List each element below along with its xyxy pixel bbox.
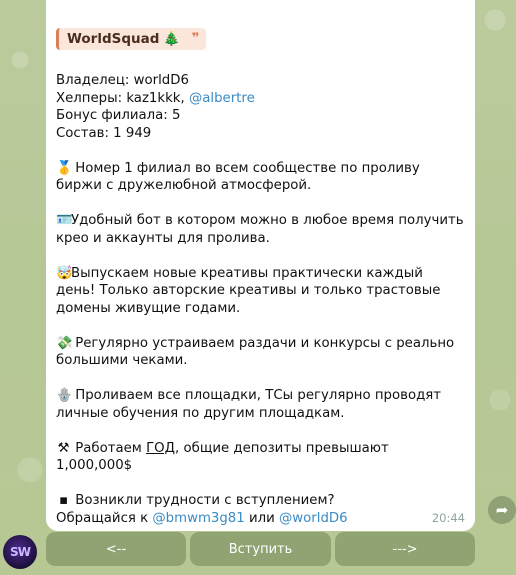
money-icon: 💸 <box>56 335 73 351</box>
helper-mention-link[interactable]: @albertre <box>189 91 255 106</box>
message-text: Владелец: worldD6 Хелперы: kaz1kkk, @alb… <box>56 72 466 527</box>
owner-label: Владелец: <box>56 73 130 88</box>
join-button[interactable]: Вступить <box>190 532 331 566</box>
point-text: Выпускаем новые креативы практически каж… <box>56 265 441 316</box>
next-button[interactable]: ---> <box>335 532 475 566</box>
medal-icon: 🥇 <box>56 160 73 176</box>
contact-or: или <box>248 510 275 526</box>
share-button[interactable]: ➦ <box>488 496 516 524</box>
prev-button[interactable]: <-- <box>46 532 186 566</box>
square-icon: ▪ <box>58 493 68 508</box>
id-card-icon: 🪪 <box>56 213 73 228</box>
share-arrow-icon: ➦ <box>495 501 509 519</box>
point-text: Номер 1 филиал во всем сообществе по про… <box>56 160 420 194</box>
contact-prefix: Обращайся к <box>56 510 149 526</box>
quote-tag[interactable]: WorldSquad 🎄 ❞ <box>56 28 207 50</box>
quote-icon: ❞ <box>191 31 200 46</box>
deposit-before: Работаем <box>75 440 142 456</box>
avatar[interactable]: SW <box>3 535 37 569</box>
hammer-pick-icon: ⚒ <box>57 440 70 456</box>
helper-1: kaz1kkk, <box>126 90 185 106</box>
tree-icon: 🎄 <box>163 31 181 47</box>
point-text: Регулярно устраиваем раздачи и конкурсы … <box>56 335 455 369</box>
quote-title: WorldSquad <box>67 31 160 47</box>
contact-user-1-link[interactable]: @bmwm3g81 <box>152 511 244 526</box>
bonus-line: Бонус филиала: 5 <box>56 108 181 123</box>
point-text: Удобный бот в котором можно в любое врем… <box>56 213 464 246</box>
owner-name: worldD6 <box>133 73 189 88</box>
hamsa-icon: 🪬 <box>56 388 73 403</box>
year-link[interactable]: ГОД <box>146 441 175 456</box>
contact-user-2-link[interactable]: @worldD6 <box>279 511 348 526</box>
point-text: Проливаем все площадки, ТСы регулярно пр… <box>56 388 442 421</box>
members-line: Состав: 1 949 <box>56 125 152 141</box>
contact-question: Возникли трудности с вступлением? <box>75 493 335 508</box>
mind-blown-icon: 🤯 <box>56 265 73 281</box>
helpers-label: Хелперы: <box>56 90 123 106</box>
